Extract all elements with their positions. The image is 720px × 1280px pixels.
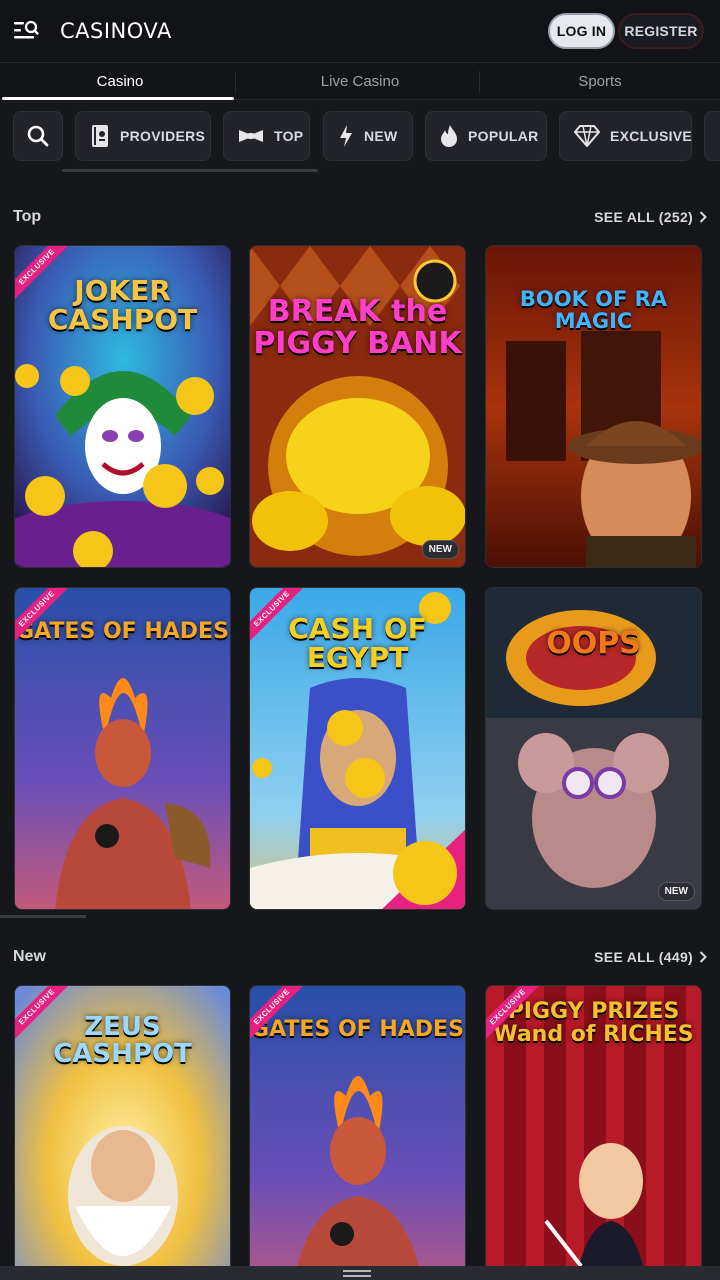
game-tile-cash-of-egypt[interactable]: CASH OF EGYPT EXCLUSIVE bbox=[249, 587, 466, 910]
filter-label: NEW bbox=[364, 128, 398, 144]
game-title: PIGGY PRIZES Wand of RICHES bbox=[493, 999, 694, 1048]
see-all-link[interactable]: SEE ALL (252) bbox=[594, 209, 707, 225]
product-tabs: Casino Live Casino Sports bbox=[0, 62, 720, 100]
login-button[interactable]: LOG IN bbox=[548, 13, 615, 49]
game-title: ZEUS CASHPOT bbox=[53, 1012, 192, 1070]
tab-casino[interactable]: Casino bbox=[0, 63, 240, 100]
filter-popular[interactable]: POPULAR bbox=[425, 111, 547, 161]
filter-exclusive[interactable]: EXCLUSIVE bbox=[559, 111, 692, 161]
tab-sports[interactable]: Sports bbox=[480, 63, 720, 99]
row-scroll-indicator bbox=[0, 915, 86, 918]
menu-search-icon[interactable] bbox=[12, 18, 40, 44]
section-header-top: Top SEE ALL (252) bbox=[13, 205, 707, 229]
game-tile-gates-of-hades[interactable]: GATES OF HADES EXCLUSIVE bbox=[249, 985, 466, 1280]
top-header: CASINOVA LOG IN REGISTER bbox=[0, 0, 720, 62]
game-tile-zeus-cashpot[interactable]: ZEUS CASHPOT EXCLUSIVE bbox=[14, 985, 231, 1280]
register-button[interactable]: REGISTER bbox=[618, 13, 704, 49]
tab-live-casino[interactable]: Live Casino bbox=[240, 63, 480, 99]
bowtie-icon bbox=[239, 130, 263, 142]
filter-new[interactable]: NEW bbox=[323, 111, 413, 161]
game-tile-gates-of-hades[interactable]: GATES OF HADES EXCLUSIVE bbox=[14, 587, 231, 910]
filter-label: PROVIDERS bbox=[120, 128, 206, 144]
section-title: Top bbox=[13, 208, 42, 225]
filter-top[interactable]: TOP bbox=[223, 111, 310, 161]
game-title: OOPS bbox=[546, 626, 641, 661]
diamond-icon bbox=[574, 125, 600, 147]
see-all-label: SEE ALL (449) bbox=[594, 949, 693, 965]
filter-providers[interactable]: PROVIDERS bbox=[75, 111, 211, 161]
filter-more[interactable] bbox=[704, 111, 720, 161]
new-badge: NEW bbox=[657, 882, 695, 901]
game-title: CASH OF EGYPT bbox=[288, 612, 427, 675]
tab-divider bbox=[235, 71, 236, 93]
new-badge: NEW bbox=[421, 540, 459, 559]
game-title: BREAK the PIGGY BANK bbox=[253, 294, 462, 361]
filter-label: TOP bbox=[274, 128, 304, 144]
game-title: JOKER CASHPOT bbox=[47, 274, 198, 337]
flame-icon bbox=[441, 125, 457, 147]
search-icon bbox=[27, 125, 49, 147]
game-tile-break-the-piggy-bank[interactable]: BREAK the PIGGY BANK NEW bbox=[249, 245, 466, 568]
handle-grip-line bbox=[343, 1270, 371, 1272]
filter-label: POPULAR bbox=[468, 128, 539, 144]
game-title: BOOK OF RA MAGIC bbox=[519, 287, 668, 334]
casino-logo[interactable]: CASINOVA bbox=[60, 19, 172, 43]
chevron-right-icon bbox=[699, 951, 707, 963]
tab-divider bbox=[479, 71, 480, 93]
lightning-icon bbox=[340, 125, 352, 147]
handle-grip-line bbox=[343, 1275, 371, 1277]
game-tile-joker-cashpot[interactable]: JOKER CASHPOT EXCLUSIVE bbox=[14, 245, 231, 568]
game-title: GATES OF HADES bbox=[251, 1017, 464, 1042]
game-tile-book-of-ra-magic[interactable]: BOOK OF RA MAGIC bbox=[485, 245, 702, 568]
see-all-link[interactable]: SEE ALL (449) bbox=[594, 949, 707, 965]
filter-scrollbar[interactable] bbox=[62, 169, 318, 172]
category-filter-bar: PROVIDERS TOP NEW POPULAR EXCLUSIVE bbox=[0, 100, 720, 172]
game-tile-wand-of-riches[interactable]: PIGGY PRIZES Wand of RICHES EXCLUSIVE bbox=[485, 985, 702, 1280]
providers-book-icon bbox=[92, 125, 108, 147]
filter-label: EXCLUSIVE bbox=[610, 128, 693, 144]
section-title: New bbox=[13, 948, 46, 965]
see-all-label: SEE ALL (252) bbox=[594, 209, 693, 225]
game-tile-oops[interactable]: OOPS NEW bbox=[485, 587, 702, 910]
game-title: GATES OF HADES bbox=[16, 619, 229, 644]
search-button[interactable] bbox=[13, 111, 63, 161]
section-header-new: New SEE ALL (449) bbox=[13, 945, 707, 969]
bottom-sheet-handle[interactable] bbox=[0, 1266, 720, 1280]
chevron-right-icon bbox=[699, 211, 707, 223]
